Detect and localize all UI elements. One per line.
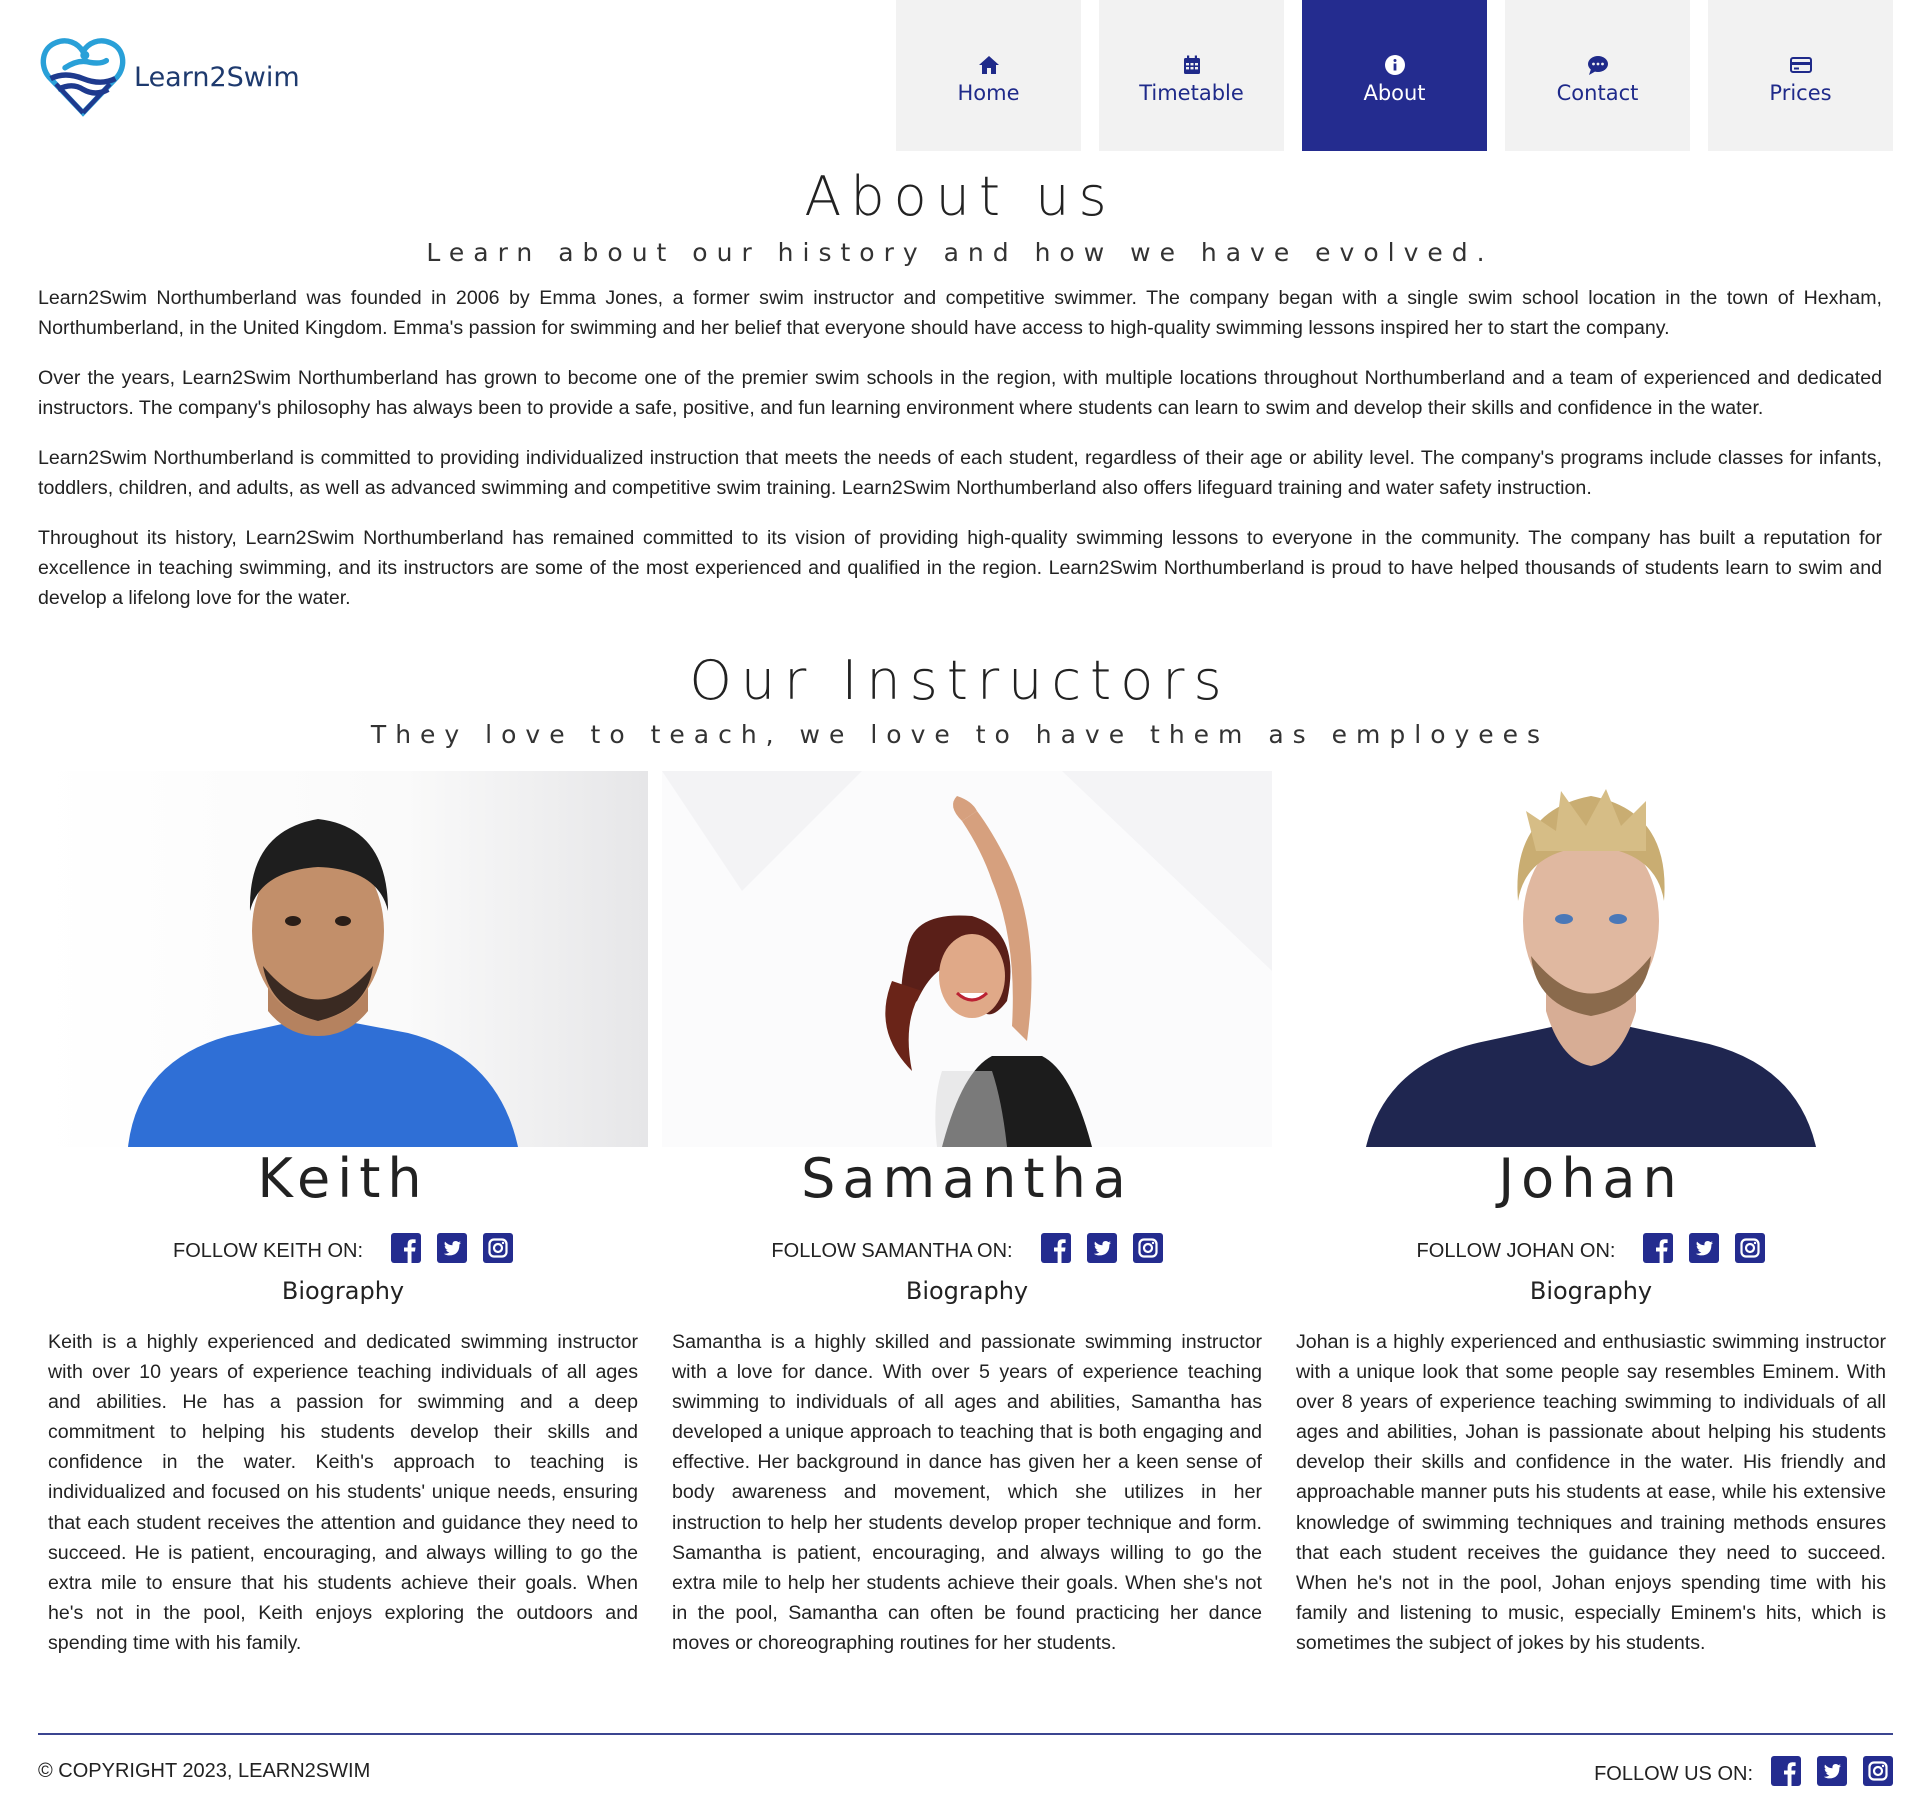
facebook-icon[interactable] xyxy=(1643,1233,1674,1263)
nav-timetable-label: Timetable xyxy=(1139,80,1244,105)
instagram-icon[interactable] xyxy=(483,1233,514,1263)
nav-home-label: Home xyxy=(957,80,1020,105)
main-nav: Home Timetable About Contact Prices xyxy=(896,0,1893,151)
social-links xyxy=(1643,1233,1766,1263)
instructor-name: Keith xyxy=(257,1147,429,1210)
footer-follow-label: FOLLOW US ON: xyxy=(1594,1762,1753,1785)
follow-label: FOLLOW KEITH ON: xyxy=(172,1239,364,1262)
bio-heading: Biography xyxy=(281,1277,405,1305)
nav-prices[interactable]: Prices xyxy=(1708,0,1893,151)
facebook-icon[interactable] xyxy=(1771,1756,1801,1786)
instructor-card-johan: Johan FOLLOW JOHAN ON: Biography Johan i… xyxy=(1286,771,1896,1658)
about-title: About us xyxy=(804,165,1116,228)
logo-text: Learn2Swim xyxy=(134,61,300,93)
instructor-card-samantha: Samantha FOLLOW SAMANTHA ON: Biography S… xyxy=(662,771,1272,1658)
bio-heading: Biography xyxy=(905,1277,1029,1305)
twitter-icon[interactable] xyxy=(1086,1233,1117,1263)
instructor-bio: Johan is a highly experienced and enthus… xyxy=(1296,1331,1886,1654)
footer-social-links xyxy=(1771,1756,1893,1786)
instructor-follow: FOLLOW KEITH ON: xyxy=(172,1233,514,1263)
footer-follow: FOLLOW US ON: xyxy=(1594,1756,1893,1786)
instructor-follow: FOLLOW JOHAN ON: xyxy=(1417,1233,1766,1263)
info-icon xyxy=(1384,54,1405,75)
twitter-icon[interactable] xyxy=(437,1233,468,1263)
instructor-photo-keith xyxy=(38,771,648,1147)
instagram-icon[interactable] xyxy=(1863,1756,1893,1786)
facebook-icon[interactable] xyxy=(1040,1233,1071,1263)
instructor-follow: FOLLOW SAMANTHA ON: xyxy=(771,1233,1163,1263)
nav-about[interactable]: About xyxy=(1302,0,1487,151)
instructor-bio: Samantha is a highly skilled and passion… xyxy=(672,1331,1262,1654)
instructor-photo-johan xyxy=(1286,771,1896,1147)
logo-heart-icon xyxy=(40,38,126,117)
twitter-icon[interactable] xyxy=(1817,1756,1847,1786)
follow-label: FOLLOW SAMANTHA ON: xyxy=(771,1239,1013,1262)
header: Learn2Swim Home Timetable About Contact … xyxy=(0,0,1920,151)
page: Learn2Swim Home Timetable About Contact … xyxy=(0,0,1920,1802)
facebook-icon[interactable] xyxy=(391,1233,422,1263)
copyright: © COPYRIGHT 2023, LEARN2SWIM xyxy=(38,1760,371,1782)
instructors-grid: Keith FOLLOW KEITH ON: Biography Keith i… xyxy=(0,771,1920,1658)
about-text: Learn2Swim Northumberland was founded in… xyxy=(0,283,1920,613)
about-paragraph: Throughout its history, Learn2Swim North… xyxy=(38,527,1882,609)
nav-about-label: About xyxy=(1363,80,1426,105)
nav-prices-label: Prices xyxy=(1769,80,1832,105)
about-subtitle: Learn about our history and how we have … xyxy=(426,238,1494,267)
nav-timetable[interactable]: Timetable xyxy=(1099,0,1284,151)
about-paragraph: Learn2Swim Northumberland was founded in… xyxy=(38,287,1882,339)
calendar-icon xyxy=(1183,55,1200,74)
social-links xyxy=(391,1233,514,1263)
footer-divider xyxy=(38,1733,1893,1735)
credit-card-icon xyxy=(1789,56,1812,73)
nav-contact-label: Contact xyxy=(1556,80,1639,105)
instagram-icon[interactable] xyxy=(1735,1233,1766,1263)
instructor-name: Johan xyxy=(1498,1147,1684,1210)
instructor-photo-samantha xyxy=(662,771,1272,1147)
instructors-subtitle: They love to teach, we love to have them… xyxy=(370,720,1550,749)
instructors-title: Our Instructors xyxy=(689,649,1231,712)
follow-label: FOLLOW JOHAN ON: xyxy=(1416,1239,1616,1262)
home-icon xyxy=(978,55,999,74)
social-links xyxy=(1040,1233,1163,1263)
instagram-icon[interactable] xyxy=(1132,1233,1163,1263)
about-paragraph: Learn2Swim Northumberland is committed t… xyxy=(38,447,1882,499)
bio-heading: Biography xyxy=(1529,1277,1653,1305)
instructor-name: Samantha xyxy=(801,1147,1133,1210)
chat-icon xyxy=(1587,55,1608,75)
instructor-bio: Keith is a highly experienced and dedica… xyxy=(48,1331,638,1654)
logo[interactable]: Learn2Swim xyxy=(38,30,300,120)
twitter-icon[interactable] xyxy=(1689,1233,1720,1263)
nav-home[interactable]: Home xyxy=(896,0,1081,151)
nav-contact[interactable]: Contact xyxy=(1505,0,1690,151)
instructor-card-keith: Keith FOLLOW KEITH ON: Biography Keith i… xyxy=(38,771,648,1658)
about-paragraph: Over the years, Learn2Swim Northumberlan… xyxy=(38,367,1882,419)
